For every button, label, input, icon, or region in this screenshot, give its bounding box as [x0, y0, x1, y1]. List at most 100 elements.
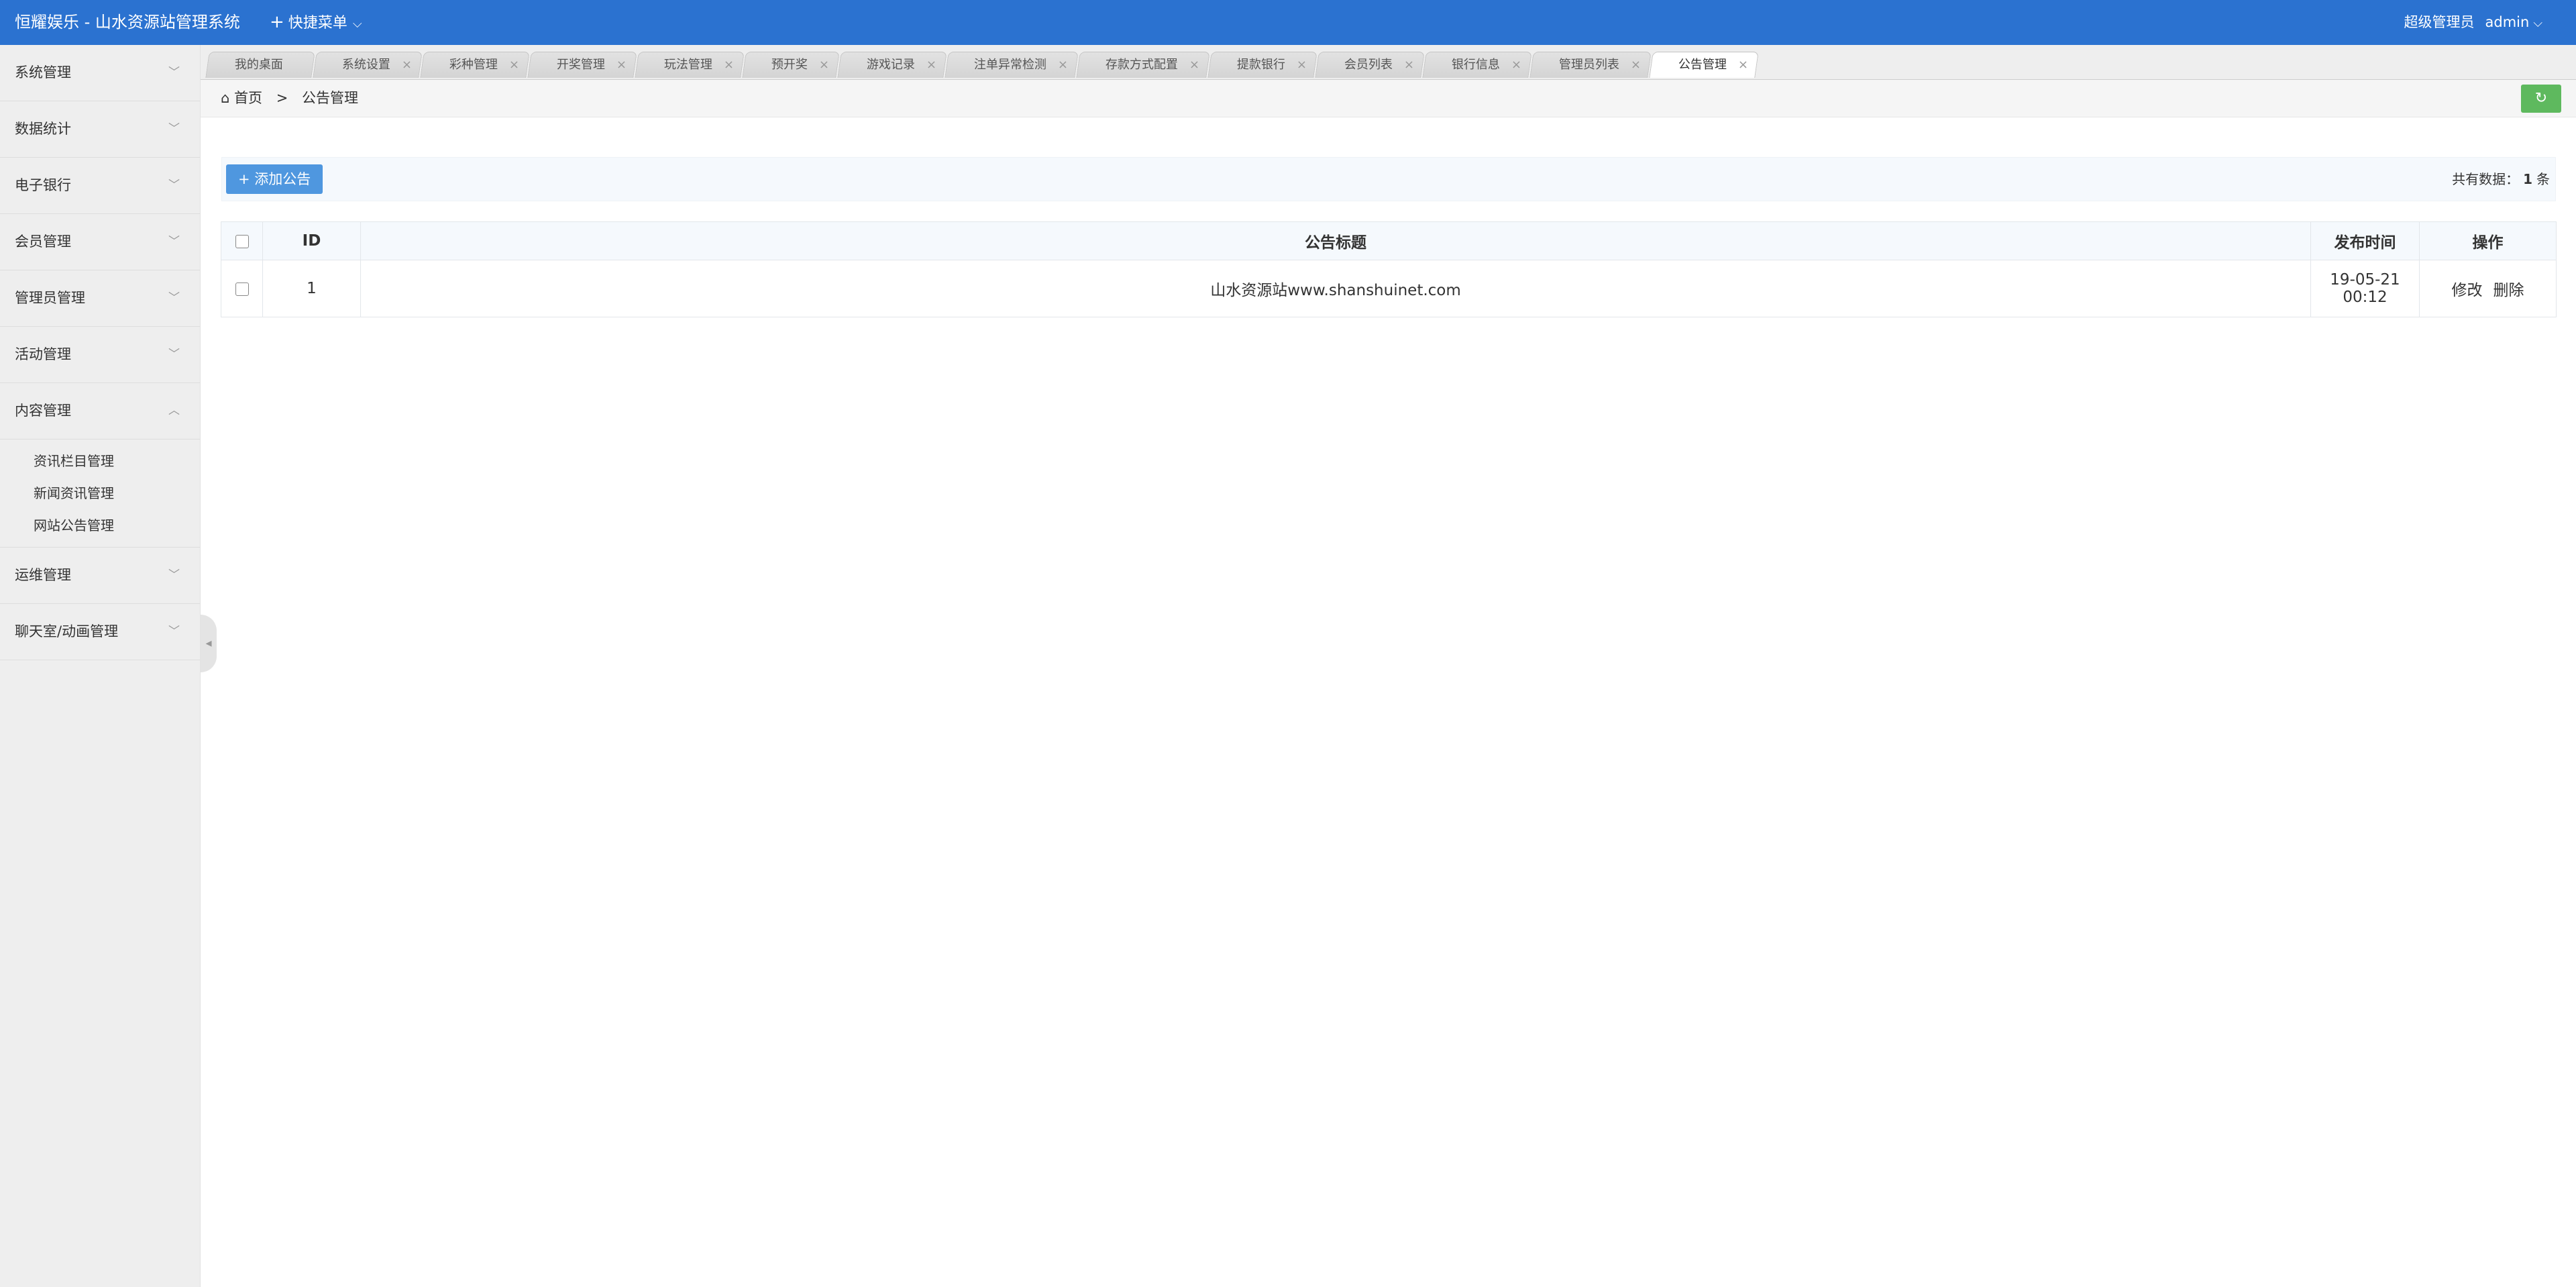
sidebar-item-label: 会员管理	[15, 234, 71, 250]
refresh-icon: ↻	[2534, 90, 2548, 107]
sidebar: 系统管理 ﹀ 数据统计 ﹀ 电子银行 ﹀ 会员管理 ﹀ 管理员管理 ﹀ 活动管理 ﹀ 内容管理 ︿ 资讯栏目…	[0, 45, 201, 1287]
add-announcement-label: 添加公告	[254, 171, 311, 187]
add-announcement-button[interactable]: + 添加公告	[226, 164, 323, 194]
caret-left-icon: ◂	[205, 636, 212, 650]
chevron-down-icon: ﹀	[168, 178, 180, 192]
tab-close-icon[interactable]: ×	[926, 52, 936, 78]
tab-item[interactable]: 游戏记录 ×	[837, 52, 947, 78]
tab-close-icon[interactable]: ×	[1189, 52, 1199, 78]
tab-label: 提款银行	[1236, 58, 1285, 72]
sidebar-item[interactable]: 聊天室/动画管理 ﹀	[0, 604, 200, 660]
tab-item[interactable]: 注单异常检测 ×	[945, 52, 1079, 78]
select-all-cell	[221, 221, 263, 260]
sidebar-item-label: 管理员管理	[15, 290, 85, 306]
tab-label: 玩法管理	[663, 58, 712, 72]
chevron-down-icon: ﹀	[168, 291, 180, 305]
announcement-table: ID 公告标题 发布时间 操作 1 山水资源站www.shanshuinet.co…	[221, 221, 2557, 317]
tab-close-icon[interactable]: ×	[1631, 52, 1641, 78]
tab-item[interactable]: 存款方式配置 ×	[1076, 52, 1210, 78]
record-count-prefix: 共有数据：	[2452, 171, 2520, 187]
breadcrumb: ⌂ 首页 > 公告管理 ↻	[201, 80, 2576, 117]
tab-close-icon[interactable]: ×	[1738, 52, 1748, 78]
table-body: 1 山水资源站www.shanshuinet.com 19-05-21 00:12 修…	[221, 260, 2557, 317]
sidebar-item[interactable]: 电子银行 ﹀	[0, 158, 200, 214]
breadcrumb-home[interactable]: 首页	[234, 90, 262, 106]
sidebar-item[interactable]: 管理员管理 ﹀	[0, 270, 200, 327]
tab-close-icon[interactable]: ×	[509, 52, 519, 78]
tab-close-icon[interactable]: ×	[1511, 52, 1521, 78]
tab-label: 我的桌面	[234, 58, 283, 72]
tab-label: 注单异常检测	[973, 58, 1046, 72]
chevron-down-icon: ⌵	[2533, 16, 2542, 30]
table-header-row: ID 公告标题 发布时间 操作	[221, 221, 2557, 260]
tab-item[interactable]: 提款银行 ×	[1208, 52, 1318, 78]
tab-close-icon[interactable]: ×	[616, 52, 627, 78]
home-icon: ⌂	[221, 90, 230, 106]
tab-label: 系统设置	[341, 58, 390, 72]
tab-close-icon[interactable]: ×	[724, 52, 734, 78]
quick-menu-button[interactable]: + 快捷菜单 ⌵	[270, 0, 362, 45]
delete-link[interactable]: 删除	[2493, 282, 2524, 299]
tab-item[interactable]: 玩法管理 ×	[635, 52, 745, 78]
sidebar-item-label: 电子银行	[15, 177, 71, 193]
tab-item[interactable]: 我的桌面	[205, 52, 315, 78]
row-checkbox[interactable]	[235, 282, 249, 296]
chevron-down-icon: ﹀	[168, 235, 180, 248]
column-header-time: 发布时间	[2310, 221, 2420, 260]
tab-close-icon[interactable]: ×	[1058, 52, 1068, 78]
sidebar-subitem[interactable]: 网站公告管理	[0, 509, 200, 542]
refresh-button[interactable]: ↻	[2521, 85, 2561, 113]
sidebar-item[interactable]: 活动管理 ﹀	[0, 327, 200, 383]
chevron-down-icon: ﹀	[168, 348, 180, 361]
tab-label: 公告管理	[1678, 58, 1727, 72]
tab-item[interactable]: 预开奖 ×	[742, 52, 840, 78]
tab-item[interactable]: 银行信息 ×	[1422, 52, 1532, 78]
sidebar-item-label: 聊天室/动画管理	[15, 623, 119, 639]
tab-close-icon[interactable]: ×	[1297, 52, 1307, 78]
tab-close-icon[interactable]: ×	[819, 52, 829, 78]
user-role: 超级管理员	[2404, 14, 2475, 30]
sidebar-item-label: 活动管理	[15, 346, 71, 362]
breadcrumb-separator: >	[276, 90, 288, 106]
sidebar-item-label: 运维管理	[15, 567, 71, 583]
tab-item[interactable]: 管理员列表 ×	[1529, 52, 1652, 78]
user-menu[interactable]: 超级管理员 admin ⌵	[2404, 0, 2542, 45]
tab-item[interactable]: 彩种管理 ×	[420, 52, 530, 78]
sidebar-collapse-handle[interactable]: ◂	[201, 615, 217, 672]
sidebar-item-label: 数据统计	[15, 121, 71, 137]
sidebar-subitem[interactable]: 新闻资讯管理	[0, 477, 200, 509]
tab-bar: 我的桌面 系统设置 × 彩种管理 × 开奖管理 × 玩法管理 × 预开奖 × 游戏记录 × 注单异常检测 ×…	[201, 45, 2576, 80]
tab-item[interactable]: 开奖管理 ×	[527, 52, 637, 78]
tab-item[interactable]: 公告管理 ×	[1649, 52, 1759, 78]
cell-title: 山水资源站www.shanshuinet.com	[360, 260, 2311, 317]
plus-icon: +	[270, 12, 284, 32]
tab-item[interactable]: 系统设置 ×	[313, 52, 423, 78]
sidebar-subitem[interactable]: 资讯栏目管理	[0, 445, 200, 477]
sidebar-item[interactable]: 系统管理 ﹀	[0, 45, 200, 101]
plus-icon: +	[238, 171, 250, 187]
sidebar-item[interactable]: 数据统计 ﹀	[0, 101, 200, 158]
sidebar-item-label: 内容管理	[15, 403, 71, 419]
sidebar-item[interactable]: 内容管理 ︿	[0, 383, 200, 440]
app-title: 恒耀娱乐 - 山水资源站管理系统	[15, 13, 240, 32]
select-all-checkbox[interactable]	[235, 234, 249, 248]
table-row: 1 山水资源站www.shanshuinet.com 19-05-21 00:12 修…	[221, 260, 2557, 317]
tab-list: 我的桌面 系统设置 × 彩种管理 × 开奖管理 × 玩法管理 × 预开奖 × 游戏记录 × 注单异常检测 ×…	[205, 52, 1759, 79]
tab-label: 管理员列表	[1558, 58, 1619, 72]
record-count: 共有数据： 1 条	[2452, 158, 2550, 201]
chevron-down-icon: ﹀	[168, 66, 180, 79]
tab-close-icon[interactable]: ×	[1404, 52, 1414, 78]
chevron-down-icon: ⌵	[352, 17, 362, 31]
quick-menu-label: 快捷菜单	[288, 15, 347, 32]
tab-label: 开奖管理	[556, 58, 605, 72]
tab-label: 彩种管理	[449, 58, 498, 72]
username: admin	[2485, 14, 2530, 30]
sidebar-item[interactable]: 运维管理 ﹀	[0, 548, 200, 604]
tab-close-icon[interactable]: ×	[402, 52, 412, 78]
tab-item[interactable]: 会员列表 ×	[1315, 52, 1425, 78]
edit-link[interactable]: 修改	[2452, 282, 2483, 299]
sidebar-item-label: 系统管理	[15, 64, 71, 81]
sidebar-item[interactable]: 会员管理 ﹀	[0, 214, 200, 270]
tab-label: 游戏记录	[866, 58, 915, 72]
record-count-value: 1	[2523, 171, 2532, 187]
